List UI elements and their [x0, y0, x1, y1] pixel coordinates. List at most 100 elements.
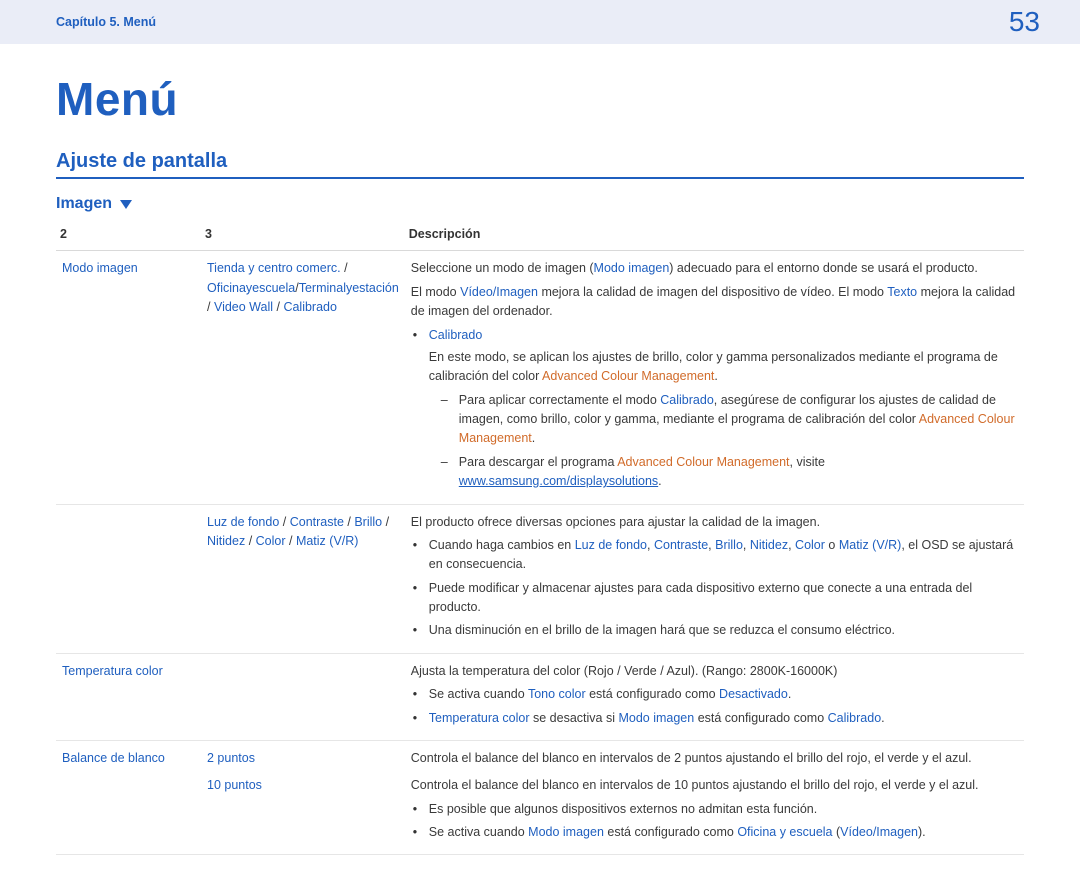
- term: Modo imagen: [528, 825, 604, 839]
- list-item: Cuando haga cambios en Luz de fondo, Con…: [425, 536, 1018, 575]
- text: se desactiva si: [530, 711, 619, 725]
- text: está configurado como: [586, 687, 719, 701]
- th-description: Descripción: [405, 219, 1024, 251]
- menu-value: Color: [256, 534, 286, 548]
- breadcrumb: Capítulo 5. Menú: [56, 15, 156, 29]
- section-rule: [56, 177, 1024, 179]
- menu-value: Calibrado: [283, 300, 337, 314]
- table-row: Balance de blanco 2 puntos Controla el b…: [56, 740, 1024, 768]
- separator: /: [245, 534, 255, 548]
- text: ) adecuado para el entorno donde se usar…: [669, 261, 978, 275]
- separator: /: [344, 515, 354, 529]
- bullet-list: Calibrado En este modo, se aplican los a…: [411, 326, 1018, 492]
- text: ,: [647, 538, 654, 552]
- description-text: El producto ofrece diversas opciones par…: [411, 513, 1018, 532]
- description-text: Ajusta la temperatura del color (Rojo / …: [411, 662, 1018, 681]
- menu-value: 10 puntos: [207, 778, 262, 792]
- table-row: Modo imagen Tienda y centro comerc. / Of…: [56, 251, 1024, 504]
- chevron-down-icon: [120, 200, 132, 209]
- list-item: Temperatura color se desactiva si Modo i…: [425, 709, 1018, 728]
- text: Se activa cuando: [429, 687, 528, 701]
- menu-value: Tienda y centro comerc.: [207, 261, 341, 275]
- text: Para descargar el programa: [459, 455, 617, 469]
- table-row: 10 puntos Controla el balance del blanco…: [56, 768, 1024, 855]
- term: Vídeo/Imagen: [840, 825, 918, 839]
- page-number: 53: [1009, 6, 1040, 38]
- text: (: [833, 825, 841, 839]
- menu-item-temperatura: Temperatura color: [62, 664, 163, 678]
- term: Brillo: [715, 538, 743, 552]
- menu-value: Video Wall: [214, 300, 273, 314]
- text: Se activa cuando: [429, 825, 528, 839]
- term: Oficina y escuela: [737, 825, 832, 839]
- subsection-toggle[interactable]: Imagen: [56, 195, 132, 213]
- term: Calibrado: [828, 711, 882, 725]
- text: mejora la calidad de imagen del disposit…: [538, 285, 887, 299]
- term: Matiz (V/R): [839, 538, 902, 552]
- menu-value: Nitidez: [207, 534, 245, 548]
- text: .: [714, 369, 717, 383]
- menu-value: Contraste: [290, 515, 344, 529]
- menu-value: Matiz (V/R): [296, 534, 359, 548]
- separator: /: [286, 534, 296, 548]
- th-col-3: 3: [201, 219, 405, 251]
- text: .: [881, 711, 884, 725]
- text: .: [532, 431, 535, 445]
- separator: /: [341, 261, 348, 275]
- term: Advanced Colour Management: [617, 455, 789, 469]
- list-item: Una disminución en el brillo de la image…: [425, 621, 1018, 640]
- text: Seleccione un modo de imagen (: [411, 261, 594, 275]
- separator: /: [273, 300, 283, 314]
- description-text: Controla el balance del blanco en interv…: [411, 749, 1018, 768]
- description-text: Controla el balance del blanco en interv…: [411, 776, 1018, 795]
- table-row: Luz de fondo / Contraste / Brillo / Niti…: [56, 504, 1024, 653]
- term: Calibrado: [429, 328, 483, 342]
- menu-value: Terminalyestación: [299, 281, 399, 295]
- section-title: Ajuste de pantalla: [56, 150, 1024, 173]
- list-item: Se activa cuando Tono color está configu…: [425, 685, 1018, 704]
- text: .: [658, 474, 661, 488]
- text: Cuando haga cambios en: [429, 538, 575, 552]
- term: Texto: [887, 285, 917, 299]
- term: Vídeo/Imagen: [460, 285, 538, 299]
- bullet-list: Para aplicar correctamente el modo Calib…: [429, 391, 1018, 492]
- list-item: Calibrado En este modo, se aplican los a…: [425, 326, 1018, 492]
- description-text: El modo Vídeo/Imagen mejora la calidad d…: [411, 283, 1018, 322]
- text: , visite: [790, 455, 825, 469]
- term: Tono color: [528, 687, 586, 701]
- separator: /: [207, 300, 214, 314]
- th-col-2: 2: [56, 219, 201, 251]
- term: Desactivado: [719, 687, 788, 701]
- menu-value: Luz de fondo: [207, 515, 279, 529]
- term: Modo imagen: [618, 711, 694, 725]
- list-item: Para descargar el programa Advanced Colo…: [455, 453, 1018, 492]
- list-item: Para aplicar correctamente el modo Calib…: [455, 391, 1018, 449]
- menu-value: Brillo: [354, 515, 382, 529]
- text: está configurado como: [604, 825, 737, 839]
- subsection-label: Imagen: [56, 195, 112, 213]
- text: ,: [788, 538, 795, 552]
- term: Calibrado: [660, 393, 714, 407]
- bullet-list: Se activa cuando Tono color está configu…: [411, 685, 1018, 728]
- header-strip: Capítulo 5. Menú 53: [0, 0, 1080, 44]
- table-row: Temperatura color Ajusta la temperatura …: [56, 653, 1024, 740]
- display-solutions-link[interactable]: www.samsung.com/displaysolutions: [459, 474, 658, 488]
- text: Para aplicar correctamente el modo: [459, 393, 660, 407]
- page-title: Menú: [56, 72, 1024, 126]
- page-root: Capítulo 5. Menú 53 Menú Ajuste de panta…: [0, 0, 1080, 875]
- separator: /: [279, 515, 289, 529]
- term: Nitidez: [750, 538, 788, 552]
- term: Luz de fondo: [575, 538, 647, 552]
- bullet-list: Es posible que algunos dispositivos exte…: [411, 800, 1018, 843]
- text: En este modo, se aplican los ajustes de …: [429, 348, 1018, 387]
- term: Temperatura color: [429, 711, 530, 725]
- list-item: Es posible que algunos dispositivos exte…: [425, 800, 1018, 819]
- text: .: [788, 687, 791, 701]
- description-text: Seleccione un modo de imagen (Modo image…: [411, 259, 1018, 278]
- menu-table: 2 3 Descripción Modo imagen Tienda y cen…: [56, 219, 1024, 855]
- text: ,: [743, 538, 750, 552]
- term: Color: [795, 538, 825, 552]
- separator: /: [382, 515, 389, 529]
- term: Modo imagen: [594, 261, 670, 275]
- term: Advanced Colour Management: [542, 369, 714, 383]
